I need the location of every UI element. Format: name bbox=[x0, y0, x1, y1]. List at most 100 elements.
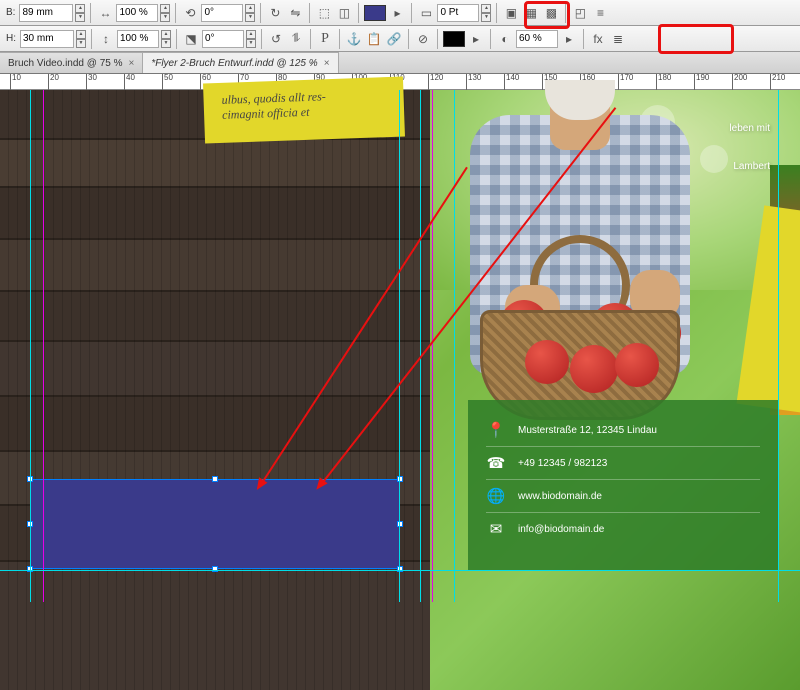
apple bbox=[570, 345, 618, 393]
yellow-text-line1: ulbus, quodis allt res- bbox=[221, 89, 326, 107]
paste-icon[interactable]: 📋 bbox=[365, 30, 383, 48]
mail-icon: ✉ bbox=[486, 519, 506, 539]
rotate-cw-icon[interactable]: ↻ bbox=[266, 4, 284, 22]
effects-icon[interactable]: fx bbox=[589, 30, 607, 48]
document-canvas[interactable]: ulbus, quodis allt res- cimagnit officia… bbox=[0, 90, 800, 602]
height-label: H: bbox=[6, 33, 16, 44]
wrap-none-icon[interactable]: ▣ bbox=[502, 4, 520, 22]
scale-x-icon: ↔ bbox=[96, 4, 114, 22]
ruler-tick: 20 bbox=[48, 74, 59, 90]
anchor-icon[interactable]: ⚓ bbox=[345, 30, 363, 48]
contact-row-address: 📍 Musterstraße 12, 12345 Lindau bbox=[486, 414, 760, 447]
scale-x-input[interactable] bbox=[116, 4, 158, 22]
text-frame-icon[interactable]: P bbox=[316, 30, 334, 48]
shear-spinner[interactable]: ▲▼ bbox=[246, 30, 256, 48]
document-tab-2[interactable]: *Flyer 2-Bruch Entwurf.indd @ 125 % × bbox=[143, 52, 338, 73]
ruler-tick: 170 bbox=[618, 74, 633, 90]
scale-x-spinner[interactable]: ▲▼ bbox=[160, 4, 170, 22]
scale-y-spinner[interactable]: ▲▼ bbox=[161, 30, 171, 48]
align-center-icon[interactable]: ≣ bbox=[609, 30, 627, 48]
phone-icon: ☎ bbox=[486, 453, 506, 473]
scale-y-input[interactable] bbox=[117, 30, 159, 48]
stroke-weight-spinner[interactable]: ▲▼ bbox=[481, 4, 491, 22]
close-tab-icon[interactable]: × bbox=[324, 58, 330, 69]
margin-guide[interactable] bbox=[432, 90, 433, 602]
stroke-weight-input[interactable] bbox=[437, 4, 479, 22]
guide-vertical[interactable] bbox=[420, 90, 421, 602]
no-fill-icon[interactable]: ⊘ bbox=[414, 30, 432, 48]
document-tab-1[interactable]: Bruch Video.indd @ 75 % × bbox=[0, 52, 143, 73]
wood-grain bbox=[0, 90, 430, 690]
shear-icon: ⬔ bbox=[182, 30, 200, 48]
opacity-dropdown-icon[interactable]: ▸ bbox=[560, 30, 578, 48]
guide-vertical[interactable] bbox=[30, 90, 31, 602]
scale-y-icon: ↕ bbox=[97, 30, 115, 48]
script-title: leben mit Lambert bbox=[729, 100, 770, 176]
flip-h-icon[interactable]: ⇋ bbox=[286, 4, 304, 22]
stroke-swatch[interactable] bbox=[443, 31, 465, 47]
contact-row-email: ✉ info@biodomain.de bbox=[486, 513, 760, 545]
opacity-input[interactable] bbox=[516, 30, 558, 48]
annotation-highlight-fill bbox=[524, 1, 570, 29]
guide-vertical[interactable] bbox=[399, 90, 400, 602]
guide-vertical[interactable] bbox=[778, 90, 779, 602]
globe-icon: 🌐 bbox=[486, 486, 506, 506]
contact-row-web: 🌐 www.biodomain.de bbox=[486, 480, 760, 513]
rotation-spinner[interactable]: ▲▼ bbox=[245, 4, 255, 22]
ruler-tick: 190 bbox=[694, 74, 709, 90]
margin-guide[interactable] bbox=[43, 90, 44, 602]
document-tab-bar: Bruch Video.indd @ 75 % × *Flyer 2-Bruch… bbox=[0, 52, 800, 74]
fill-swatch[interactable] bbox=[364, 5, 386, 21]
contact-address: Musterstraße 12, 12345 Lindau bbox=[518, 425, 657, 436]
ruler-tick: 10 bbox=[10, 74, 21, 90]
script-line1: leben mit bbox=[729, 123, 770, 134]
stroke-dropdown-icon[interactable]: ▸ bbox=[467, 30, 485, 48]
fill-dropdown-icon[interactable]: ▸ bbox=[388, 4, 406, 22]
selection-handle-ne[interactable] bbox=[397, 476, 403, 482]
ruler-tick: 130 bbox=[466, 74, 481, 90]
width-spinner[interactable]: ▲▼ bbox=[75, 4, 85, 22]
annotation-highlight-opacity bbox=[658, 24, 734, 54]
selection-handle-s[interactable] bbox=[212, 566, 218, 572]
rotation-input[interactable] bbox=[201, 4, 243, 22]
script-line2: Lambert bbox=[733, 161, 770, 172]
width-label: B: bbox=[6, 7, 15, 18]
tab-label: Bruch Video.indd @ 75 % bbox=[8, 58, 122, 69]
select-content-icon[interactable]: ◫ bbox=[335, 4, 353, 22]
apple bbox=[615, 343, 659, 387]
guide-vertical[interactable] bbox=[454, 90, 455, 602]
ruler-tick: 210 bbox=[770, 74, 785, 90]
contact-email: info@biodomain.de bbox=[518, 524, 604, 535]
control-panel-row-1: B: ▲▼ ↔ ▲▼ ⟲ ▲▼ ↻ ⇋ ⬚ ◫ ▸ ▭ ▲▼ ▣ ▦ ▩ ◰ ≡ bbox=[0, 0, 800, 26]
tab-label: *Flyer 2-Bruch Entwurf.indd @ 125 % bbox=[151, 58, 317, 69]
ruler-tick: 180 bbox=[656, 74, 671, 90]
corner-options-icon[interactable]: ◰ bbox=[571, 4, 589, 22]
ruler-tick: 30 bbox=[86, 74, 97, 90]
ruler-tick: 50 bbox=[162, 74, 173, 90]
guide-horizontal[interactable] bbox=[0, 570, 800, 571]
flip-v-icon[interactable]: ⥮ bbox=[287, 30, 305, 48]
contact-phone: +49 12345 / 982123 bbox=[518, 458, 607, 469]
selection-handle-se[interactable] bbox=[397, 566, 403, 572]
link-icon[interactable]: 🔗 bbox=[385, 30, 403, 48]
ruler-tick: 120 bbox=[428, 74, 443, 90]
yellow-text-band: ulbus, quodis allt res- cimagnit officia… bbox=[203, 77, 405, 144]
select-container-icon[interactable]: ⬚ bbox=[315, 4, 333, 22]
ruler-tick: 200 bbox=[732, 74, 747, 90]
height-input[interactable] bbox=[20, 30, 74, 48]
height-spinner[interactable]: ▲▼ bbox=[76, 30, 86, 48]
close-tab-icon[interactable]: × bbox=[128, 58, 134, 69]
selection-handle-e[interactable] bbox=[397, 521, 403, 527]
contact-row-phone: ☎ +49 12345 / 982123 bbox=[486, 447, 760, 480]
selected-rectangle[interactable] bbox=[30, 479, 400, 569]
ruler-tick: 140 bbox=[504, 74, 519, 90]
apple bbox=[525, 340, 569, 384]
shear-input[interactable] bbox=[202, 30, 244, 48]
rotate-icon: ⟲ bbox=[181, 4, 199, 22]
align-left-icon[interactable]: ≡ bbox=[591, 4, 609, 22]
width-input[interactable] bbox=[19, 4, 73, 22]
ruler-tick: 40 bbox=[124, 74, 135, 90]
stroke-weight-icon: ▭ bbox=[417, 4, 435, 22]
selection-handle-n[interactable] bbox=[212, 476, 218, 482]
rotate-ccw-icon[interactable]: ↺ bbox=[267, 30, 285, 48]
